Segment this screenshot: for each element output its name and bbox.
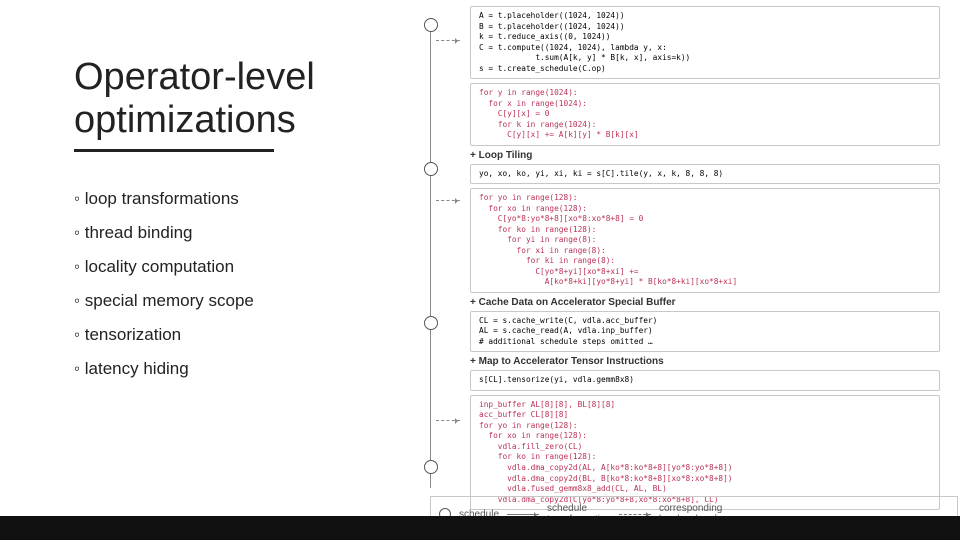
code-tensorize: s[CL].tensorize(yi, vdla.gemm8x8): [470, 370, 940, 391]
code-declaration: A = t.placeholder((1024, 1024)) B = t.pl…: [470, 6, 940, 79]
title-underline: [74, 149, 274, 152]
left-column: Operator-level optimizations loop transf…: [74, 56, 364, 386]
legend-arrow-icon: [507, 514, 539, 515]
bullet-item: special memory scope: [74, 284, 364, 318]
code-final: inp_buffer AL[8][8], BL[8][8] acc_buffer…: [470, 395, 940, 510]
bullet-list: loop transformations thread binding loca…: [74, 182, 364, 386]
slide-root: Operator-level optimizations loop transf…: [0, 0, 960, 540]
bullet-item: locality computation: [74, 250, 364, 284]
bullet-item: tensorization: [74, 318, 364, 352]
legend-dashed-arrow-icon: [619, 514, 651, 515]
section-map: + Map to Accelerator Tensor Instructions: [470, 356, 940, 367]
bottom-bar: [0, 516, 960, 540]
bullet-item: latency hiding: [74, 352, 364, 386]
code-tiling: yo, xo, ko, yi, xi, ki = s[C].tile(y, x,…: [470, 164, 940, 185]
bullet-item: loop transformations: [74, 182, 364, 216]
code-loop-initial: for y in range(1024): for x in range(102…: [470, 83, 940, 146]
slide-title: Operator-level optimizations: [74, 56, 364, 141]
code-loop-tiled: for yo in range(128): for xo in range(12…: [470, 188, 940, 293]
right-column: A = t.placeholder((1024, 1024)) B = t.pl…: [430, 6, 940, 514]
section-cache: + Cache Data on Accelerator Special Buff…: [470, 297, 940, 308]
section-loop-tiling: + Loop Tiling: [470, 150, 940, 161]
code-cache: CL = s.cache_write(C, vdla.acc_buffer) A…: [470, 311, 940, 353]
bullet-item: thread binding: [74, 216, 364, 250]
